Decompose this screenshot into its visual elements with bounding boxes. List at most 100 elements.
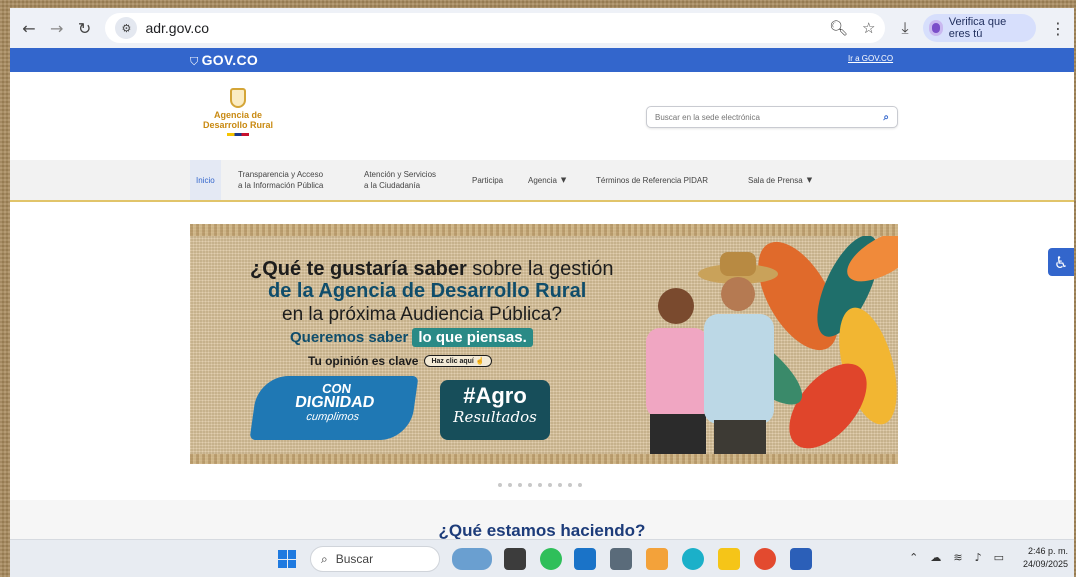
widgets-icon[interactable] [452, 548, 492, 570]
nav-item-participa[interactable]: Participa [472, 160, 503, 200]
address-bar[interactable]: ⚙ adr.gov.co 🔍︎ ☆ [105, 13, 886, 43]
nav-item-transparencia[interactable]: Transparencia y Acceso a la Información P… [238, 160, 323, 200]
nav-item-inicio[interactable]: Inicio [190, 160, 221, 200]
hero-headline-4: Queremos saber lo que piensas. [290, 328, 533, 347]
onedrive-icon[interactable]: ☁ [930, 551, 941, 564]
forward-icon[interactable]: → [46, 15, 68, 41]
word-icon[interactable] [790, 548, 812, 570]
carousel-dots [498, 483, 582, 487]
nav-item-sala-prensa[interactable]: Sala de Prensa ▼ [748, 160, 812, 200]
nav-label: Transparencia y Acceso a la Información P… [238, 169, 323, 191]
gov-logo-text: GOV.CO [201, 52, 259, 68]
back-icon[interactable]: ← [18, 15, 40, 41]
agency-name-line1: Agencia de [213, 110, 262, 120]
nav-item-atencion[interactable]: Atención y Servicios a la Ciudadanía [364, 160, 436, 200]
outlook-icon[interactable] [574, 548, 596, 570]
agency-name-line2: Desarrollo Rural [202, 120, 274, 130]
man-shirt [704, 314, 774, 424]
tropical-leaves-illustration [646, 236, 898, 454]
carousel-dot[interactable] [528, 483, 532, 487]
woman-head [658, 288, 694, 324]
search-input[interactable] [655, 112, 884, 122]
hero-want-text: Queremos saber [290, 329, 409, 346]
nav-label-line2: a la Ciudadanía [364, 181, 421, 190]
woman-shirt [646, 328, 708, 418]
site-header: Agencia de Desarrollo Rural ⌕ [10, 72, 1074, 160]
carousel-dot[interactable] [558, 483, 562, 487]
carousel-dot[interactable] [538, 483, 542, 487]
hero-banner[interactable]: ¿Qué te gustaría saber sobre la gestión … [190, 224, 898, 464]
hero-highlight: lo que piensas. [412, 328, 533, 347]
carousel-dot[interactable] [518, 483, 522, 487]
woman-skirt [650, 414, 706, 454]
carousel-dot[interactable] [548, 483, 552, 487]
volume-icon[interactable]: ♪ [975, 551, 982, 564]
gov-emblem-icon: ⛉ [190, 55, 199, 68]
carousel-dot[interactable] [578, 483, 582, 487]
badge1-line2: DIGNIDAD [294, 394, 376, 411]
hero-headline-1: ¿Qué te gustaría saber sobre la gestión [250, 258, 614, 281]
accessibility-icon[interactable]: ♿ [1048, 248, 1074, 276]
site-info-icon[interactable]: ⚙ [115, 17, 138, 39]
hero-cta-row: Tu opinión es clave Haz clic aquí ☝ [308, 354, 492, 368]
nav-item-agencia[interactable]: Agencia ▼ [528, 160, 566, 200]
clock-time: 2:46 p. m. [1027, 546, 1068, 556]
agro-resultados-badge: #Agro Resultados [440, 380, 550, 440]
verify-button[interactable]: Verifica que eres tú [922, 14, 1036, 42]
battery-icon[interactable]: ▭ [994, 551, 1004, 564]
shield-icon [230, 88, 246, 108]
task-view-icon[interactable] [504, 548, 526, 570]
snipping-tool-icon[interactable] [646, 548, 668, 570]
hero-headline-3: en la próxima Audiencia Pública? [282, 304, 562, 325]
pointer-hand-icon: ☝ [475, 358, 485, 365]
whatsapp-icon[interactable] [540, 548, 562, 570]
profile-icon [928, 20, 943, 36]
nav-label: Inicio [196, 175, 215, 185]
nav-item-terminos-pidar[interactable]: Términos de Referencia PIDAR [596, 160, 708, 200]
hat-crown [720, 252, 756, 276]
go-to-govco-link[interactable]: Ir a GOV.CO [848, 54, 893, 63]
adr-logo[interactable]: Agencia de Desarrollo Rural [198, 88, 278, 136]
omnibox-actions: 🔍︎ ☆ [829, 19, 876, 37]
carousel-dot[interactable] [568, 483, 572, 487]
click-here-label: Haz clic aquí [431, 358, 474, 365]
carousel-dot[interactable] [498, 483, 502, 487]
nav-label-line1: Atención y Servicios [364, 170, 437, 179]
windows-start-icon[interactable] [278, 550, 296, 568]
calculator-icon[interactable] [610, 548, 632, 570]
hero-headline-2: de la Agencia de Desarrollo Rural [268, 280, 587, 302]
burlap-edge-bottom [190, 454, 898, 464]
badge1-line3: cumplimos [305, 411, 360, 423]
zoom-icon[interactable]: 🔍︎ [829, 19, 848, 37]
taskbar: ⌕ Buscar ⌃ ☁ ≋ ♪ ▭ 2:46 p. m. 24/09/2025 [10, 539, 1074, 577]
browser-toolbar: ← → ↻ ⚙ adr.gov.co 🔍︎ ☆ ⤓ Verifica que e… [10, 8, 1074, 48]
man-head [721, 277, 755, 311]
site-search: ⌕ [646, 106, 898, 128]
nav-label-line1: Transparencia y Acceso [238, 170, 324, 179]
tray-chevron-icon[interactable]: ⌃ [909, 551, 918, 564]
gov-logo[interactable]: ⛉ GOV.CO [190, 52, 258, 69]
search-icon[interactable]: ⌕ [883, 112, 889, 123]
system-tray: ⌃ ☁ ≋ ♪ ▭ [909, 551, 1004, 564]
hero-headline-bold: ¿Qué te gustaría saber [250, 258, 467, 280]
verify-label: Verifica que eres tú [948, 16, 1007, 40]
badge2-line2: Resultados [453, 408, 537, 426]
hero-headline-rest: sobre la gestión [466, 258, 614, 280]
nav-label: Agencia [528, 175, 557, 185]
bookmark-star-icon[interactable]: ☆ [862, 19, 875, 37]
taskbar-search-label: Buscar [335, 552, 374, 566]
menu-kebab-icon[interactable]: ⋮ [1050, 19, 1066, 38]
url-text[interactable]: adr.gov.co [145, 20, 209, 36]
clock[interactable]: 2:46 p. m. 24/09/2025 [1023, 545, 1068, 571]
edge-icon[interactable] [682, 548, 704, 570]
file-explorer-icon[interactable] [718, 548, 740, 570]
hero-cta-text: Tu opinión es clave [308, 354, 419, 368]
taskbar-search[interactable]: ⌕ Buscar [310, 546, 440, 572]
nav-label: Términos de Referencia PIDAR [596, 175, 709, 185]
wifi-icon[interactable]: ≋ [953, 551, 962, 564]
chrome-icon[interactable] [754, 548, 776, 570]
download-icon[interactable]: ⤓ [901, 18, 908, 38]
carousel-dot[interactable] [508, 483, 512, 487]
click-here-button[interactable]: Haz clic aquí ☝ [424, 355, 492, 367]
reload-icon[interactable]: ↻ [74, 15, 96, 41]
